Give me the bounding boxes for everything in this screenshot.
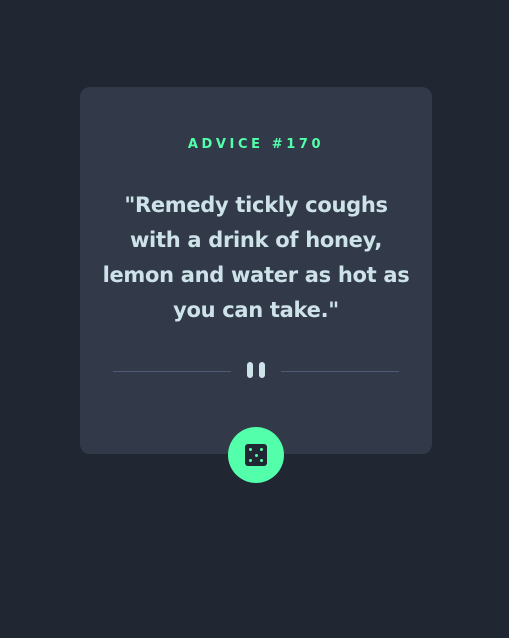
pattern-divider (113, 362, 399, 380)
dice-icon (245, 444, 267, 466)
advice-id-heading: ADVICE #170 (187, 137, 325, 152)
pause-icon (246, 362, 266, 380)
divider-line-left (113, 371, 231, 372)
divider-line-right (281, 371, 399, 372)
generate-advice-button[interactable] (228, 427, 284, 483)
advice-quote: "Remedy tickly coughs with a drink of ho… (102, 193, 410, 322)
advice-card: ADVICE #170 "Remedy tickly coughs with a… (80, 87, 432, 454)
